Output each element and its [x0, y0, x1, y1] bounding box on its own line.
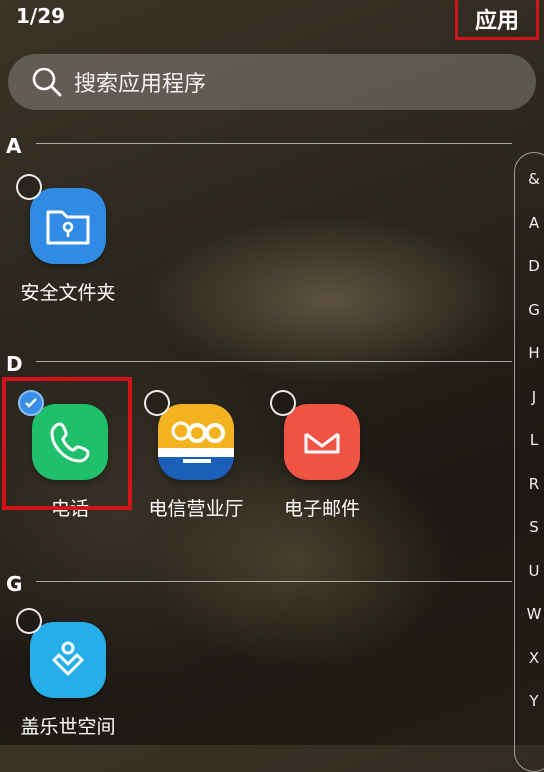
- index-letter[interactable]: L: [522, 431, 544, 449]
- app-email[interactable]: 电子邮件: [262, 390, 382, 521]
- select-checkbox[interactable]: [144, 390, 170, 416]
- select-checkbox[interactable]: [16, 608, 42, 634]
- app-label: 电信营业厅: [148, 498, 244, 520]
- index-letter[interactable]: R: [522, 475, 544, 493]
- index-letter[interactable]: W: [522, 605, 544, 623]
- index-letter[interactable]: U: [522, 562, 544, 580]
- section-letter-d: D: [6, 352, 23, 376]
- select-checkbox[interactable]: [270, 390, 296, 416]
- app-telecom[interactable]: 电信营业厅: [136, 390, 256, 521]
- index-letter[interactable]: X: [522, 649, 544, 667]
- index-letter[interactable]: J: [522, 388, 544, 406]
- telecom-go-icon: [158, 404, 234, 480]
- index-letter[interactable]: S: [522, 518, 544, 536]
- page-counter: 1/29: [16, 4, 66, 28]
- page-title: 应用: [455, 0, 539, 40]
- highlight-box: [2, 377, 132, 510]
- index-letter[interactable]: A: [522, 214, 544, 232]
- section-letter-g: G: [6, 572, 23, 596]
- select-checkbox[interactable]: [16, 174, 42, 200]
- index-letter[interactable]: Y: [522, 692, 544, 710]
- index-letter[interactable]: H: [522, 344, 544, 362]
- section-divider: [36, 361, 512, 362]
- search-icon: [32, 67, 62, 97]
- section-letter-a: A: [6, 134, 22, 158]
- index-letter[interactable]: &: [522, 170, 544, 188]
- search-placeholder: 搜索应用程序: [74, 72, 207, 97]
- section-divider: [36, 143, 512, 144]
- search-input[interactable]: 搜索应用程序: [8, 54, 536, 110]
- index-letter[interactable]: D: [522, 257, 544, 275]
- top-bar: 1/29 应用: [0, 0, 544, 44]
- app-label: 盖乐世空间: [20, 716, 116, 738]
- alphabet-index-bar[interactable]: [514, 152, 544, 772]
- section-divider: [36, 581, 512, 582]
- app-label: 安全文件夹: [20, 282, 116, 304]
- app-secure-folder[interactable]: 安全文件夹: [8, 174, 128, 305]
- folder-lock-icon: [30, 188, 106, 264]
- mail-icon: [284, 404, 360, 480]
- app-galaxy-space[interactable]: 盖乐世空间: [8, 608, 128, 739]
- app-label: 电子邮件: [283, 498, 360, 520]
- heart-person-icon: [30, 622, 106, 698]
- index-letter[interactable]: G: [522, 301, 544, 319]
